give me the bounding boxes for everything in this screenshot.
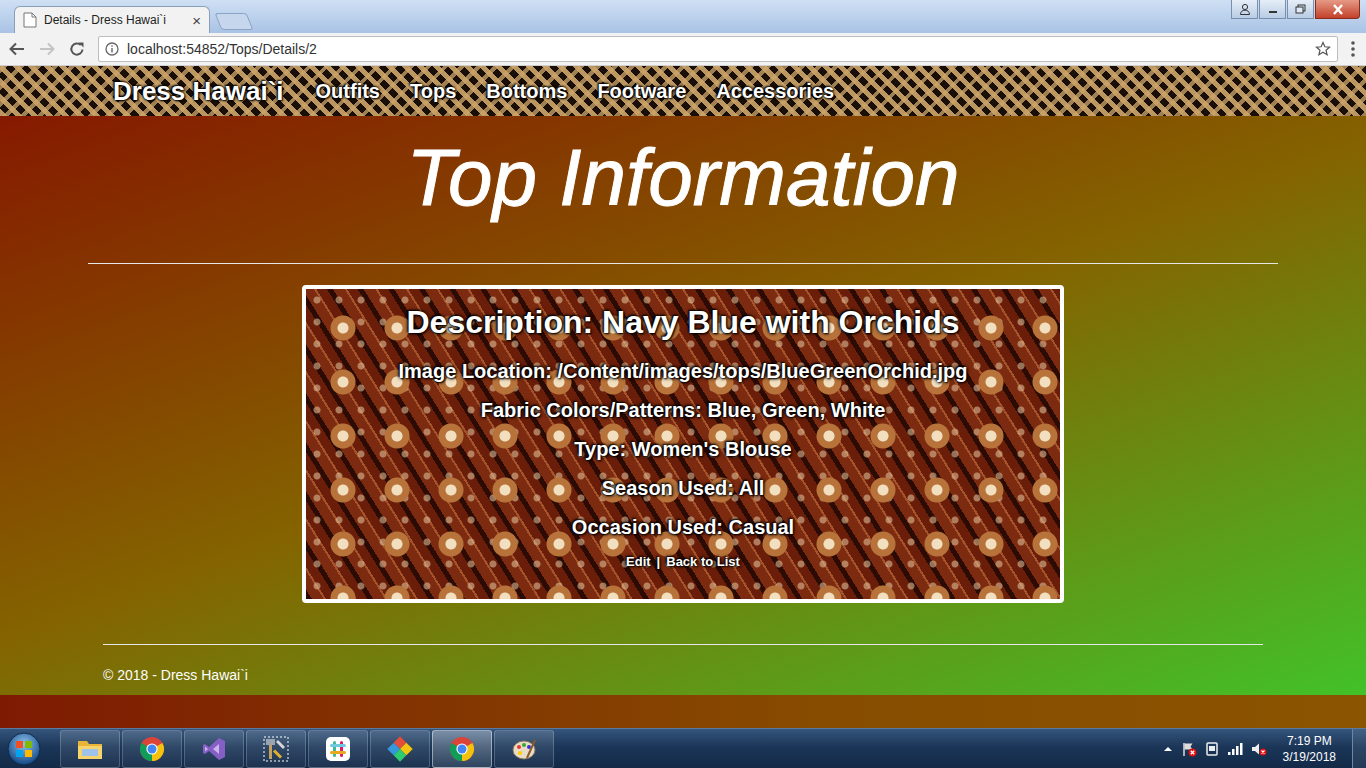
details-title: Description: Navy Blue with Orchids [316, 303, 1050, 341]
forward-arrow-icon[interactable] [38, 40, 56, 58]
chrome-icon [139, 736, 165, 762]
browser-tab[interactable]: Details - Dress Hawai`i × [14, 6, 210, 33]
nav-item: Bottoms [471, 76, 582, 106]
explorer-icon [76, 737, 104, 761]
taskbar-app[interactable] [184, 730, 244, 768]
page-footer: © 2018 - Dress Hawai`i [103, 644, 1263, 695]
slack-icon [325, 736, 351, 762]
detail-field: Occasion Used: Casual [316, 515, 1050, 539]
nav-item: Tops [395, 76, 471, 106]
action-center-flag-icon[interactable] [1181, 741, 1197, 757]
nav-item: Accessories [701, 76, 849, 106]
clock-time: 7:19 PM [1283, 733, 1336, 749]
brand-link[interactable]: Dress Hawai`i [113, 72, 284, 111]
page-bottom [0, 695, 1366, 728]
detail-field: Type: Women's Blouse [316, 437, 1050, 461]
gitkraken-icon [387, 736, 413, 762]
link-separator: | [657, 554, 661, 570]
back-arrow-icon[interactable] [8, 40, 26, 58]
show-desktop-button[interactable] [1352, 729, 1366, 768]
nav-item: Outfits [301, 76, 395, 106]
minimize-icon [1268, 4, 1278, 14]
edit-link[interactable]: Edit [626, 554, 651, 570]
window-controls [1231, 0, 1360, 19]
nav-link[interactable]: Outfits [301, 76, 395, 106]
new-tab-button[interactable] [215, 13, 254, 30]
back-to-list-link[interactable]: Back to List [666, 554, 740, 570]
copyright-text: © 2018 - Dress Hawai`i [103, 665, 1263, 685]
close-icon [1332, 4, 1344, 15]
paint-icon [511, 736, 537, 762]
taskbar-app[interactable] [246, 730, 306, 768]
detail-field: Season Used: All [316, 476, 1050, 500]
divider [88, 263, 1278, 264]
clock[interactable]: 7:19 PM 3/19/2018 [1275, 733, 1344, 765]
tab-close-button[interactable]: × [192, 13, 201, 28]
start-button[interactable] [4, 730, 44, 768]
nav-item: Footware [582, 76, 701, 106]
device-icon[interactable] [1205, 741, 1219, 757]
clock-date: 3/19/2018 [1283, 749, 1336, 765]
nav-link[interactable]: Tops [395, 76, 471, 106]
taskbar-app[interactable] [432, 730, 492, 768]
tools-icon [263, 736, 289, 762]
site-navbar: Dress Hawai`i OutfitsTopsBottomsFootware… [0, 66, 1366, 116]
web-page: Dress Hawai`i OutfitsTopsBottomsFootware… [0, 66, 1366, 728]
reload-icon[interactable] [68, 40, 86, 58]
star-icon[interactable] [1315, 41, 1331, 57]
nav-link[interactable]: Bottoms [471, 76, 582, 106]
tab-title: Details - Dress Hawai`i [44, 11, 185, 29]
tab-strip: Details - Dress Hawai`i × [0, 0, 1366, 33]
system-tray: 7:19 PM 3/19/2018 [1163, 729, 1366, 768]
user-icon [1239, 3, 1251, 15]
details-card: Description: Navy Blue with Orchids Imag… [302, 285, 1064, 603]
maximize-button[interactable] [1287, 0, 1314, 19]
taskbar-app[interactable] [370, 730, 430, 768]
page-heading: Top Information [88, 130, 1278, 226]
minimize-button[interactable] [1259, 0, 1286, 19]
divider [103, 644, 1263, 645]
menu-dots-icon[interactable] [1350, 40, 1356, 58]
taskbar: 7:19 PM 3/19/2018 [0, 728, 1366, 768]
network-icon[interactable] [1227, 742, 1243, 756]
address-bar[interactable]: localhost:54852/Tops/Details/2 [98, 36, 1338, 62]
nav-list: OutfitsTopsBottomsFootwareAccessories [301, 76, 850, 106]
restore-icon [1295, 4, 1306, 14]
profile-button[interactable] [1231, 0, 1258, 19]
page-icon [23, 12, 37, 28]
taskbar-app[interactable] [494, 730, 554, 768]
volume-muted-icon[interactable] [1251, 741, 1267, 757]
taskbar-app[interactable] [308, 730, 368, 768]
nav-link[interactable]: Accessories [701, 76, 849, 106]
nav-link[interactable]: Footware [582, 76, 701, 106]
close-button[interactable] [1315, 0, 1360, 19]
windows-logo-icon [7, 732, 41, 766]
show-hidden-icon[interactable] [1163, 744, 1173, 754]
taskbar-app[interactable] [60, 730, 120, 768]
detail-field: Image Location: /Content/images/tops/Blu… [316, 359, 1050, 383]
taskbar-app[interactable] [122, 730, 182, 768]
url-text: localhost:54852/Tops/Details/2 [127, 39, 1307, 60]
detail-field: Fabric Colors/Patterns: Blue, Green, Whi… [316, 398, 1050, 422]
chrome-icon [449, 736, 475, 762]
info-icon [105, 42, 119, 56]
visualstudio-icon [201, 736, 227, 762]
browser-toolbar: localhost:54852/Tops/Details/2 [0, 33, 1366, 66]
